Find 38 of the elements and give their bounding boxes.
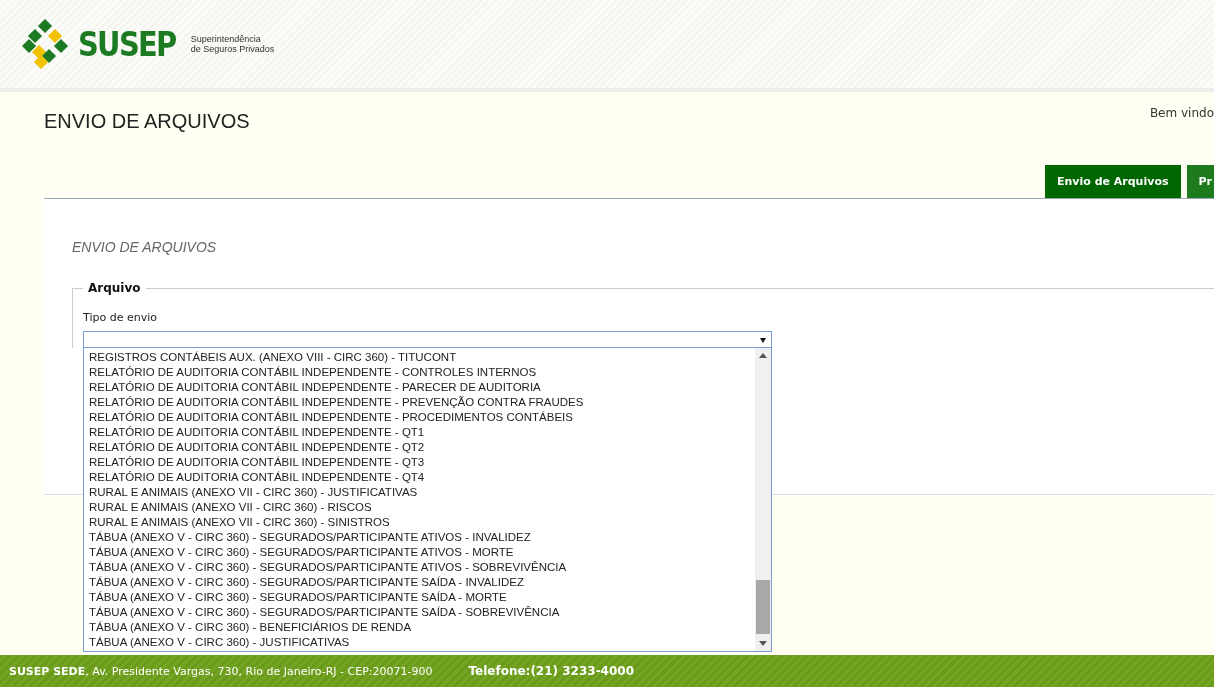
footer-phone: Telefone:(21) 3233-4000 <box>468 664 634 678</box>
dropdown-option[interactable]: RELATÓRIO DE AUDITORIA CONTÁBIL INDEPENDENTE - QT3 <box>89 455 755 470</box>
dropdown-option[interactable]: REGISTROS CONTÁBEIS AUX. (ANEXO VIII - CIRC 360) - TITUCONT <box>89 350 755 365</box>
scrollbar[interactable] <box>755 348 771 651</box>
scroll-down-icon[interactable] <box>759 641 767 646</box>
page-title: ENVIO DE ARQUIVOS <box>44 110 250 133</box>
dropdown-option[interactable]: RELATÓRIO DE AUDITORIA CONTÁBIL INDEPENDENTE - CONTROLES INTERNOS <box>89 365 755 380</box>
dropdown-option[interactable]: RURAL E ANIMAIS (ANEXO VII - CIRC 360) - JUSTIFICATIVAS <box>89 485 755 500</box>
field-label: Tipo de envio <box>83 311 158 324</box>
dropdown-option[interactable]: RELATÓRIO DE AUDITORIA CONTÁBIL INDEPENDENTE - QT4 <box>89 470 755 485</box>
select-field[interactable] <box>83 331 772 348</box>
dropdown-option[interactable]: RELATÓRIO DE AUDITORIA CONTÁBIL INDEPENDENTE - PARECER DE AUDITORIA <box>89 380 755 395</box>
dropdown-option[interactable]: RURAL E ANIMAIS (ANEXO VII - CIRC 360) - RISCOS <box>89 500 755 515</box>
nav-tab[interactable]: Envio de Arquivos <box>1044 165 1181 198</box>
scrollbar-thumb[interactable] <box>756 580 770 634</box>
logo-subtitle: Superintendência <box>190 34 262 44</box>
scroll-up-icon[interactable] <box>759 353 767 358</box>
dropdown-option[interactable]: RELATÓRIO DE AUDITORIA CONTÁBIL INDEPENDENTE - PROCEDIMENTOS CONTÁBEIS <box>89 410 755 425</box>
dropdown-option[interactable]: TÁBUA (ANEXO V - CIRC 360) - SEGURADOS/PARTICIPANTE SAÍDA - INVALIDEZ <box>89 575 755 590</box>
welcome-text: Bem vindo <box>1149 106 1214 120</box>
fieldset-legend: Arquivo <box>83 281 146 295</box>
dropdown-option[interactable]: TÁBUA (ANEXO V - CIRC 360) - SEGURADOS/PARTICIPANTE ATIVOS - MORTE <box>89 545 755 560</box>
logo-subtitle: de Seguros Privados <box>190 44 275 54</box>
dropdown-option[interactable]: TÁBUA (ANEXO V - CIRC 360) - BENEFICIÁRIOS DE RENDA <box>89 620 755 635</box>
logo-wordmark: SUSEP <box>78 24 176 64</box>
dropdown-option[interactable]: RELATÓRIO DE AUDITORIA CONTÁBIL INDEPENDENTE - QT2 <box>89 440 755 455</box>
nav-tab[interactable]: Pr <box>1186 165 1214 198</box>
dropdown-option[interactable]: TÁBUA (ANEXO V - CIRC 360) - SEGURADOS/PARTICIPANTE ATIVOS - INVALIDEZ <box>89 530 755 545</box>
section-title: ENVIO DE ARQUIVOS <box>72 239 218 255</box>
dropdown-option[interactable]: RURAL E ANIMAIS (ANEXO VII - CIRC 360) - SINISTROS <box>89 515 755 530</box>
dropdown-option[interactable]: RELATÓRIO DE AUDITORIA CONTÁBIL INDEPENDENTE - PREVENÇÃO CONTRA FRAUDES <box>89 395 755 410</box>
caret-icon <box>760 338 766 343</box>
dropdown-option[interactable]: TÁBUA (ANEXO V - CIRC 360) - SEGURADOS/PARTICIPANTE ATIVOS - SOBREVIVÊNCIA <box>89 560 755 575</box>
dropdown-option[interactable]: RELATÓRIO DE AUDITORIA CONTÁBIL INDEPENDENTE - QT1 <box>89 425 755 440</box>
footer-address: SUSEP SEDE, Av. Presidente Vargas, 730, Rio de Janeiro-RJ - CEP:20071-900 <box>9 664 433 678</box>
dropdown-option[interactable]: TÁBUA (ANEXO V - CIRC 360) - SEGURADOS/PARTICIPANTE SAÍDA - SOBREVIVÊNCIA <box>89 605 755 620</box>
dropdown-option[interactable]: TÁBUA (ANEXO V - CIRC 360) - JUSTIFICATIVAS <box>89 635 755 650</box>
dropdown-option[interactable]: TÁBUA (ANEXO V - CIRC 360) - SEGURADOS/PARTICIPANTE SAÍDA - MORTE <box>89 590 755 605</box>
